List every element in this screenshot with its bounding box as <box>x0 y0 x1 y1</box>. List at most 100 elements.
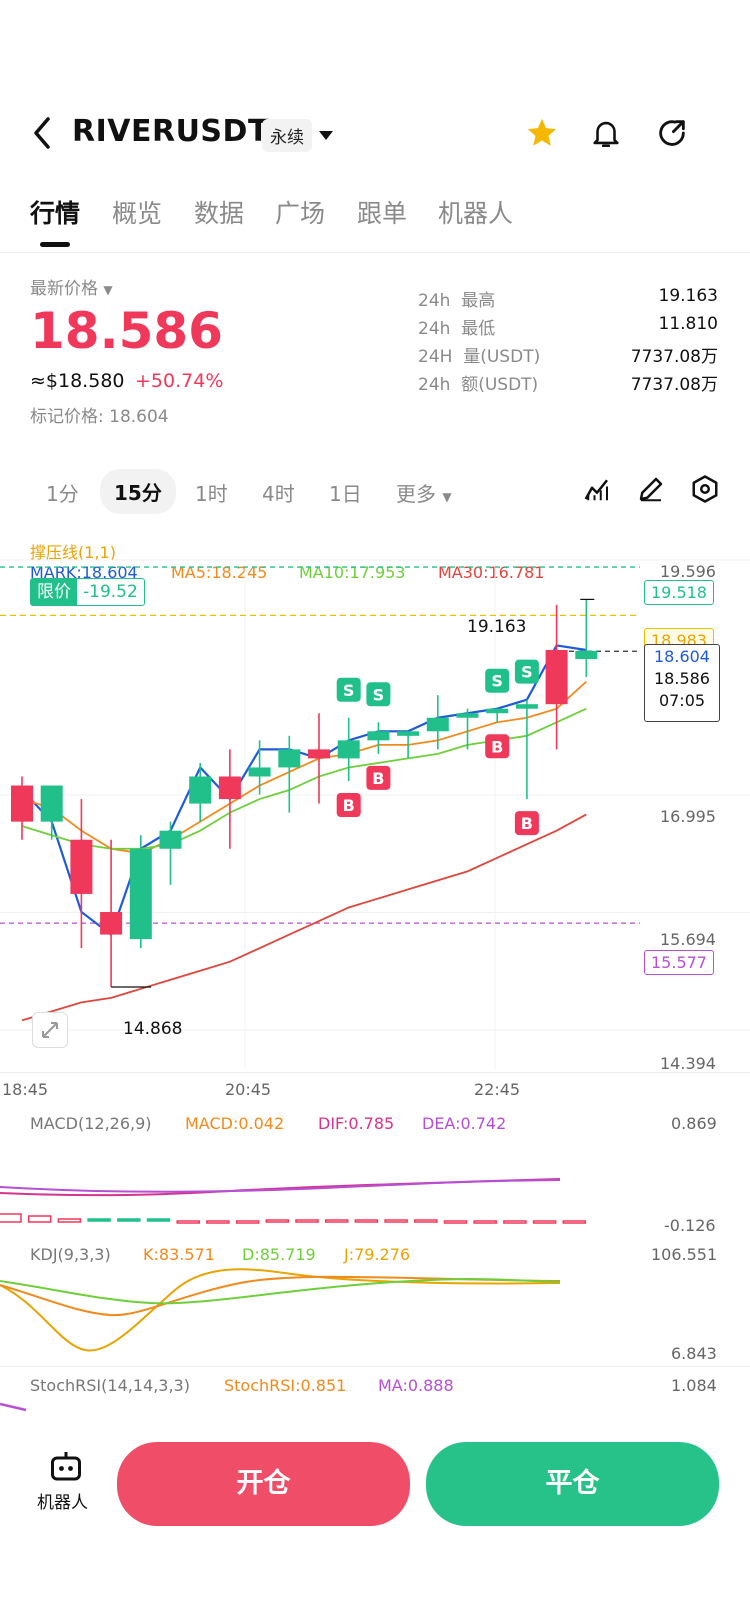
candle-body <box>397 731 420 736</box>
signal-marker-s: S <box>336 677 361 702</box>
candle-body <box>40 785 63 822</box>
candle-body <box>575 650 598 660</box>
macd-value: MACD:0.042 <box>185 1114 285 1133</box>
symbol-title[interactable]: RIVERUSDT <box>72 114 269 149</box>
macd-histogram-bar <box>503 1220 527 1224</box>
draw-pencil-icon[interactable] <box>636 474 666 508</box>
bell-icon[interactable] <box>589 116 623 154</box>
timeframe-1d[interactable]: 1日 <box>329 478 362 507</box>
macd-histogram-bar <box>57 1218 82 1223</box>
timeframe-1m[interactable]: 1分 <box>46 478 79 507</box>
d-value: D:85.719 <box>242 1245 316 1264</box>
price-tick-top: 19.596 <box>660 562 716 581</box>
candle-body <box>11 785 33 822</box>
contract-type-badge[interactable]: 永续 <box>262 119 312 152</box>
candle-body <box>218 776 241 800</box>
macd-histogram-bar <box>324 1219 349 1223</box>
time-tick-3: 22:45 <box>474 1080 521 1099</box>
signal-marker-b: B <box>485 734 510 759</box>
time-tick-1: 18:45 <box>2 1080 49 1099</box>
limit-label: 限价 <box>31 579 77 605</box>
candle-body <box>189 776 212 804</box>
indicator-icon[interactable] <box>582 474 612 508</box>
signal-marker-b: B <box>514 811 539 836</box>
last-price-label[interactable]: 最新价格 ▼ <box>30 274 113 299</box>
candle-body <box>308 749 330 759</box>
timeframe-4h[interactable]: 4时 <box>262 478 295 507</box>
share-icon[interactable] <box>655 116 689 154</box>
dif-value: DIF:0.785 <box>318 1114 395 1133</box>
signal-marker-s: S <box>514 659 539 684</box>
expand-icon[interactable] <box>32 1012 68 1048</box>
candle-body <box>337 740 360 759</box>
stoch-tick-top: 1.084 <box>671 1376 717 1395</box>
robot-label[interactable]: 机器人 <box>37 1488 88 1513</box>
timeframe-15m[interactable]: 15分 <box>100 469 176 514</box>
timeframe-1h[interactable]: 1时 <box>195 478 228 507</box>
signal-marker-s: S <box>485 668 510 693</box>
candle-countdown: 07:05 <box>658 691 706 710</box>
signal-letter: S <box>343 681 355 700</box>
favorite-star-icon[interactable] <box>525 116 559 154</box>
limit-order-badge[interactable]: 限价 -19.52 <box>30 578 145 606</box>
robot-icon[interactable] <box>48 1450 84 1488</box>
back-icon[interactable] <box>28 115 58 151</box>
macd-histogram-bar <box>27 1215 52 1223</box>
kdj-title: KDJ(9,3,3) <box>30 1245 111 1264</box>
candle-body <box>515 704 538 709</box>
macd-histogram-bar <box>443 1220 468 1224</box>
macd-histogram-bar <box>117 1218 141 1222</box>
tab-copy-trading[interactable]: 跟单 <box>357 194 407 230</box>
macd-histogram-bar <box>235 1220 260 1224</box>
stoch-divider <box>0 1366 750 1367</box>
stochrsi-value: StochRSI:0.851 <box>224 1376 347 1395</box>
candle-body <box>367 731 390 741</box>
candle-body <box>456 713 479 718</box>
signal-letter: S <box>373 685 385 704</box>
macd-histogram-bar <box>176 1220 200 1224</box>
price-tick-bottom: 14.394 <box>660 1054 716 1073</box>
tab-overview[interactable]: 概览 <box>112 194 162 230</box>
timeframe-more[interactable]: 更多 ▼ <box>396 478 452 507</box>
tabs-divider <box>0 252 750 253</box>
macd-histogram-bar <box>532 1220 557 1224</box>
chevron-down-icon[interactable] <box>318 127 334 146</box>
macd-tick-top: 0.869 <box>671 1114 717 1133</box>
candle-body <box>100 912 123 935</box>
candle-body <box>70 839 93 894</box>
open-position-button[interactable]: 开仓 <box>117 1442 410 1526</box>
kdj-chart <box>0 1268 561 1352</box>
tab-square[interactable]: 广场 <box>275 194 325 230</box>
kdj-tick-top: 106.551 <box>651 1245 718 1264</box>
close-position-button[interactable]: 平仓 <box>426 1442 719 1526</box>
tab-data[interactable]: 数据 <box>194 194 244 230</box>
signal-letter: B <box>491 737 503 756</box>
time-tick-2: 20:45 <box>225 1080 272 1099</box>
series-line-ma10 <box>21 707 587 850</box>
last-price-tag: 18.586 <box>654 669 710 688</box>
candle-body <box>159 830 182 849</box>
candle-body <box>545 649 568 705</box>
j-value: J:79.276 <box>344 1245 411 1264</box>
settings-hexagon-icon[interactable] <box>690 474 720 508</box>
tab-market[interactable]: 行情 <box>30 194 80 230</box>
price-tick-low: 15.694 <box>660 930 716 949</box>
k-value: K:83.571 <box>143 1245 215 1264</box>
stat-turnover: 24h 额(USDT) 7737.08万 <box>418 375 718 395</box>
stochrsi-ma-value: MA:0.888 <box>378 1376 454 1395</box>
macd-histogram-bar <box>384 1219 408 1223</box>
price-chart[interactable]: S SBBSBSB <box>0 530 750 1095</box>
tab-bots[interactable]: 机器人 <box>438 194 513 230</box>
price-tick-mid: 16.995 <box>660 807 716 826</box>
caret-down-icon: ▼ <box>103 283 113 297</box>
caret-down-icon: ▼ <box>442 490 452 504</box>
low-price-label: 14.868 <box>123 1019 183 1039</box>
macd-chart <box>0 1178 587 1224</box>
stochrsi-title: StochRSI(14,14,3,3) <box>30 1376 190 1395</box>
macd-histogram-bar <box>206 1220 230 1224</box>
dea-line <box>0 1179 561 1193</box>
axis-divider <box>0 1072 750 1073</box>
macd-histogram-bar <box>0 1213 22 1223</box>
ma-marker-tag: 15.577 <box>644 950 714 975</box>
stat-volume: 24H 量(USDT) 7737.08万 <box>418 347 718 367</box>
